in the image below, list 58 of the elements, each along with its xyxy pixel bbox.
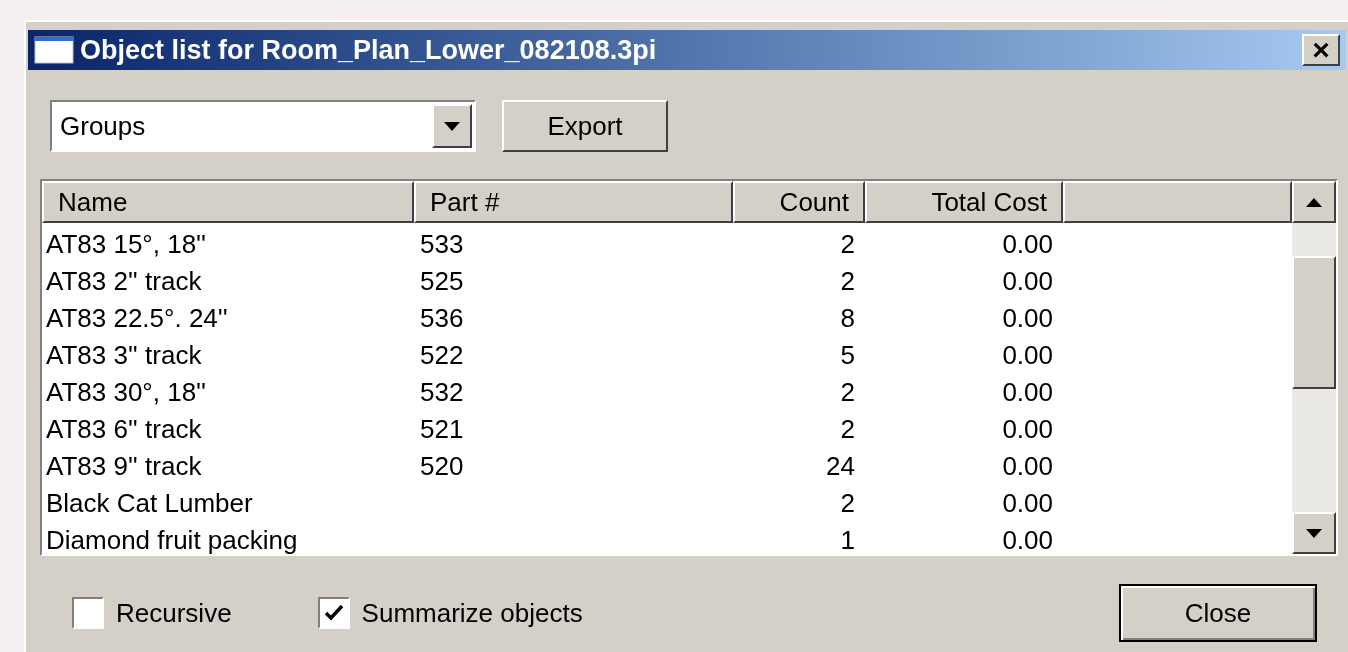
- table-cell-text: Diamond fruit packing: [45, 523, 299, 554]
- scroll-up-button[interactable]: [1292, 181, 1336, 223]
- checkbox-label[interactable]: Summarize objects: [361, 593, 583, 633]
- column-header[interactable]: Count: [733, 181, 865, 223]
- table-cell-text: 533: [419, 227, 465, 261]
- table-cell-text: 525: [419, 264, 465, 298]
- table-cell-text: 1: [839, 523, 856, 554]
- scroll-down-button[interactable]: [1292, 512, 1336, 554]
- table-cell-text: 2: [839, 264, 856, 298]
- table-cell-text: AT83 6'' track: [45, 412, 203, 446]
- table-cell-text: 0.00: [1001, 227, 1054, 261]
- table-cell-text: 532: [419, 375, 465, 409]
- table-cell-text: AT83 22.5°. 24'': [45, 301, 229, 335]
- checkmark-icon: [323, 604, 344, 622]
- table-cell-text: Black Cat Lumber: [45, 486, 254, 520]
- table-cell-text: 2: [839, 412, 856, 446]
- table-cell-text: 522: [419, 338, 465, 372]
- table-cell-text: 0.00: [1001, 375, 1054, 409]
- caret-icon: [444, 121, 460, 131]
- column-header[interactable]: Part #: [414, 181, 733, 223]
- table-cell-text: 5: [839, 338, 856, 372]
- table-cell-text: AT83 3'' track: [45, 338, 203, 372]
- down-arrow-icon: [1306, 528, 1322, 538]
- export-button[interactable]: Export: [502, 100, 668, 152]
- table-cell-text: 0.00: [1001, 301, 1054, 335]
- scroll-thumb[interactable]: [1292, 256, 1336, 389]
- table-cell-text: AT83 30°, 18'': [45, 375, 208, 409]
- checkbox[interactable]: [317, 597, 350, 629]
- close-button[interactable]: ×: [1302, 34, 1340, 66]
- up-arrow-icon: [1306, 197, 1322, 207]
- column-header[interactable]: Total Cost: [865, 181, 1063, 223]
- table-cell-text: 2: [839, 486, 856, 520]
- table-cell-text: 520: [419, 449, 465, 483]
- table-cell-text: 0.00: [1001, 264, 1054, 298]
- table-cell-text: AT83 2'' track: [45, 264, 203, 298]
- table-cell-text: 0.00: [1001, 486, 1054, 520]
- table-cell-text: 521: [419, 412, 465, 446]
- dropdown-value: Groups: [59, 109, 147, 143]
- table-cell-text: 2: [839, 227, 856, 261]
- table-cell-text: 0.00: [1001, 449, 1054, 483]
- table-cell-text: 0.00: [1001, 523, 1054, 554]
- table-cell-text: 24: [825, 449, 856, 483]
- view-dropdown[interactable]: Groups: [50, 100, 476, 152]
- table-cell-text: 0.00: [1001, 412, 1054, 446]
- close-button[interactable]: Close: [1119, 584, 1317, 642]
- scrollbar[interactable]: [1292, 181, 1336, 554]
- table-cell-text: 536: [419, 301, 465, 335]
- checkbox[interactable]: [72, 597, 104, 629]
- table-cell-text: 8: [839, 301, 856, 335]
- window-icon: [34, 36, 74, 64]
- table-cell-text: 0.00: [1001, 338, 1054, 372]
- table-cell-text: AT83 9'' track: [45, 449, 203, 483]
- table-cell-text: 2: [839, 375, 856, 409]
- table-cell-text: AT83 15°, 18'': [45, 227, 208, 261]
- column-header[interactable]: Name: [42, 181, 414, 223]
- checkbox-label[interactable]: Recursive: [116, 593, 232, 633]
- window-title: Object list for Room_Plan_Lower_082108.3pi: [80, 33, 657, 67]
- dropdown-button[interactable]: [432, 104, 472, 148]
